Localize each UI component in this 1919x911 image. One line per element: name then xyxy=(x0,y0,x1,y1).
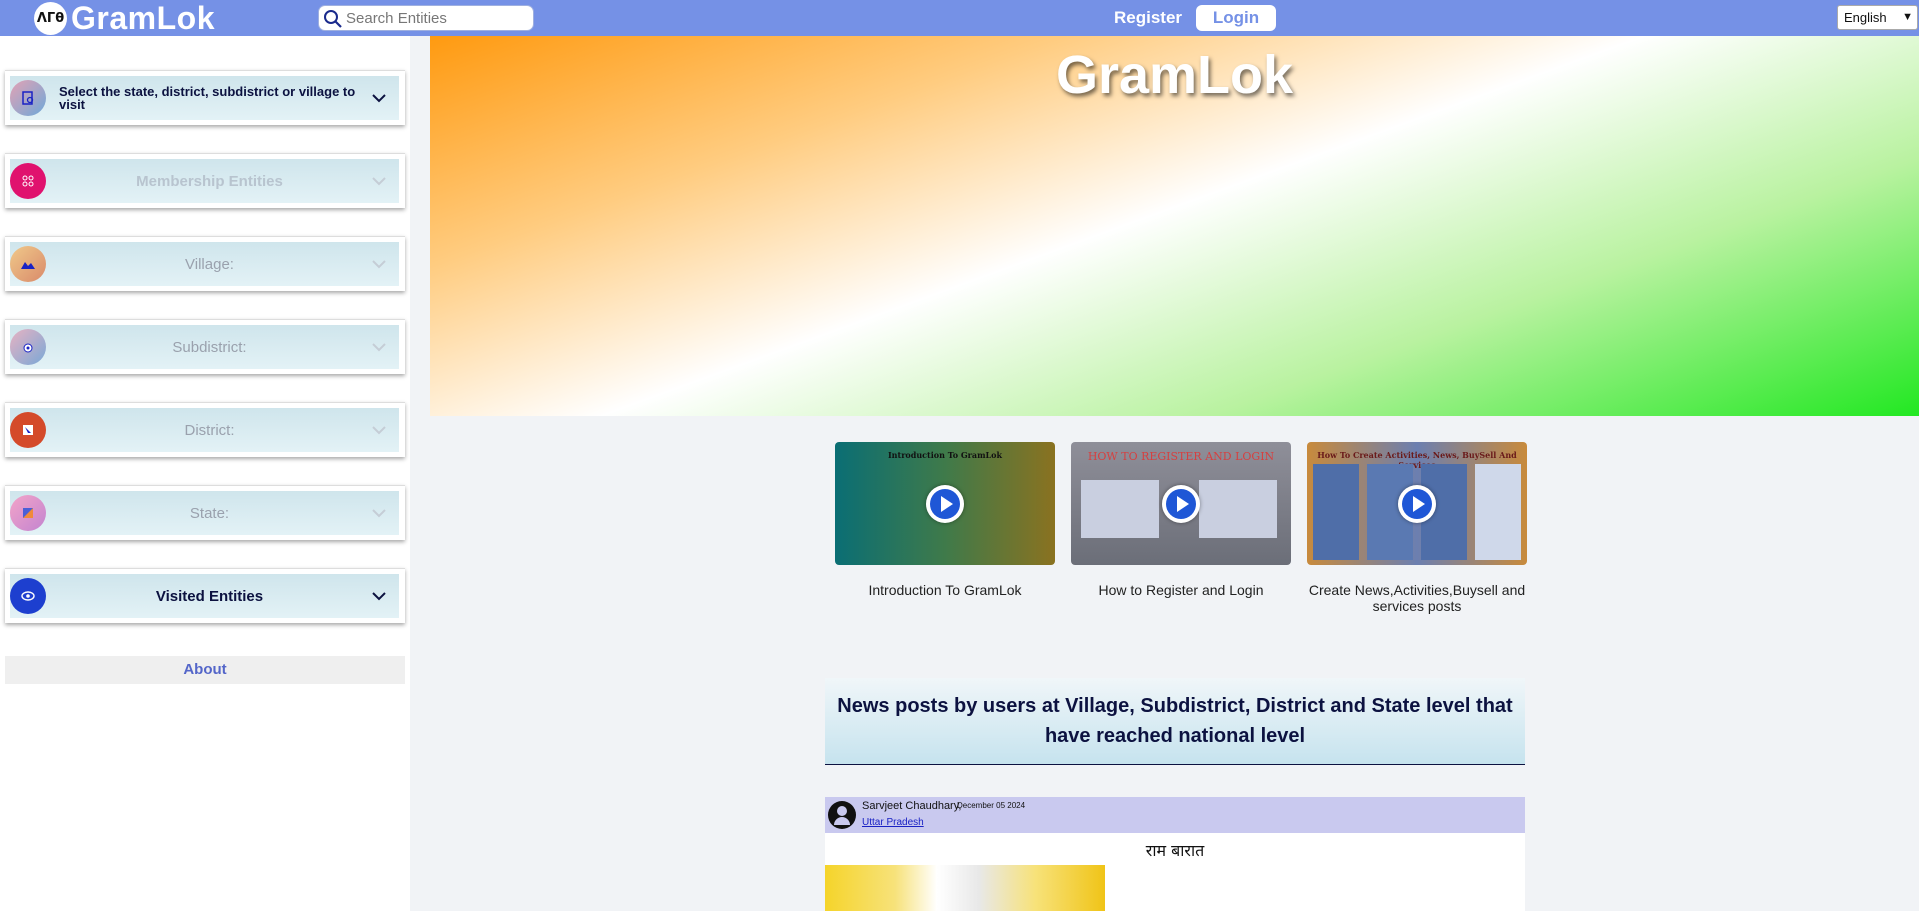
sidebar-item-village[interactable]: Village: xyxy=(5,236,405,291)
post-image[interactable] xyxy=(825,865,1105,911)
sidebar-item-state[interactable]: State: xyxy=(5,485,405,540)
chevron-down-icon xyxy=(372,592,386,601)
video-card[interactable]: HOW TO REGISTER AND LOGIN How to Registe… xyxy=(1071,442,1291,598)
play-icon[interactable] xyxy=(926,484,964,523)
play-icon[interactable] xyxy=(1398,484,1436,523)
logo-mark-icon: ΛΓθ xyxy=(34,1,67,35)
sidebar-item-district[interactable]: District: xyxy=(5,402,405,457)
post-header: Sarvjeet Chaudhary, December 05 2024 Utt… xyxy=(825,797,1525,833)
sidebar-item-label: Select the state, district, subdistrict … xyxy=(59,84,356,112)
sidebar-item-visited[interactable]: Visited Entities xyxy=(5,568,405,623)
avatar-icon[interactable] xyxy=(828,801,856,829)
chevron-down-icon: ▼ xyxy=(1902,11,1913,23)
post-author[interactable]: Sarvjeet Chaudhary, xyxy=(862,800,961,812)
state-icon xyxy=(10,495,46,531)
logo[interactable]: ΛΓθ GramLok xyxy=(34,0,215,36)
chevron-down-icon xyxy=(372,426,386,435)
thumbnail-title: Introduction To GramLok xyxy=(887,450,1003,460)
post-body: राम बारात xyxy=(825,833,1525,911)
login-button[interactable]: Login xyxy=(1196,5,1276,31)
district-icon xyxy=(10,412,46,448)
sidebar-item-label: Subdistrict: xyxy=(172,338,247,356)
search-input[interactable] xyxy=(344,8,528,28)
banner-title: GramLok xyxy=(1055,45,1294,105)
news-heading-text: News posts by users at Village, Subdistr… xyxy=(837,695,1513,747)
video-caption[interactable]: How to Register and Login xyxy=(1071,582,1291,598)
about-link[interactable]: About xyxy=(5,656,405,684)
sidebar-item-subdistrict[interactable]: Subdistrict: xyxy=(5,319,405,374)
sidebar-item-label: Membership Entities xyxy=(136,172,283,190)
news-section-heading: News posts by users at Village, Subdistr… xyxy=(825,678,1525,765)
app-name: GramLok xyxy=(71,0,215,36)
sidebar-item-label: Visited Entities xyxy=(155,587,264,605)
membership-icon xyxy=(10,163,46,199)
sidebar-item-label: District: xyxy=(184,421,235,439)
hero-banner: GramLok xyxy=(430,36,1919,416)
video-thumbnail[interactable]: Introduction To GramLok xyxy=(835,442,1055,565)
play-icon[interactable] xyxy=(1162,484,1200,523)
video-thumbnail[interactable]: HOW TO REGISTER AND LOGIN xyxy=(1071,442,1291,565)
register-button[interactable]: Register xyxy=(1106,6,1190,30)
select-location-icon xyxy=(10,80,46,116)
search-box[interactable] xyxy=(318,5,534,31)
top-bar: ΛΓθ GramLok Register Login English ▼ xyxy=(0,0,1919,36)
video-thumbnail[interactable]: How To Create Activities, News, BuySell … xyxy=(1307,442,1527,565)
sidebar-item-label: State: xyxy=(189,504,230,522)
chevron-down-icon xyxy=(372,94,386,103)
chevron-down-icon xyxy=(372,177,386,186)
thumbnail-title: HOW TO REGISTER AND LOGIN xyxy=(1087,450,1275,463)
sidebar-item-label: Village: xyxy=(185,255,234,273)
chevron-down-icon xyxy=(372,343,386,352)
chevron-down-icon xyxy=(372,260,386,269)
sidebar-item-membership[interactable]: Membership Entities xyxy=(5,153,405,208)
sidebar: Select the state, district, subdistrict … xyxy=(0,36,410,911)
eye-icon xyxy=(10,578,46,614)
village-icon xyxy=(10,246,46,282)
language-select[interactable]: English ▼ xyxy=(1837,5,1918,30)
search-icon xyxy=(324,10,342,28)
subdistrict-icon xyxy=(10,329,46,365)
sidebar-item-select-location[interactable]: Select the state, district, subdistrict … xyxy=(5,70,405,125)
chevron-down-icon xyxy=(372,509,386,518)
video-caption[interactable]: Create News,Activities,Buysell and servi… xyxy=(1307,582,1527,614)
language-value: English xyxy=(1844,10,1887,25)
post-title[interactable]: राम बारात xyxy=(825,839,1525,861)
video-card[interactable]: Introduction To GramLok Introduction To … xyxy=(835,442,1055,598)
video-caption[interactable]: Introduction To GramLok xyxy=(835,582,1055,598)
post-location-link[interactable]: Uttar Pradesh xyxy=(862,817,924,828)
video-card[interactable]: How To Create Activities, News, BuySell … xyxy=(1307,442,1527,614)
post-date: December 05 2024 xyxy=(957,801,1026,810)
